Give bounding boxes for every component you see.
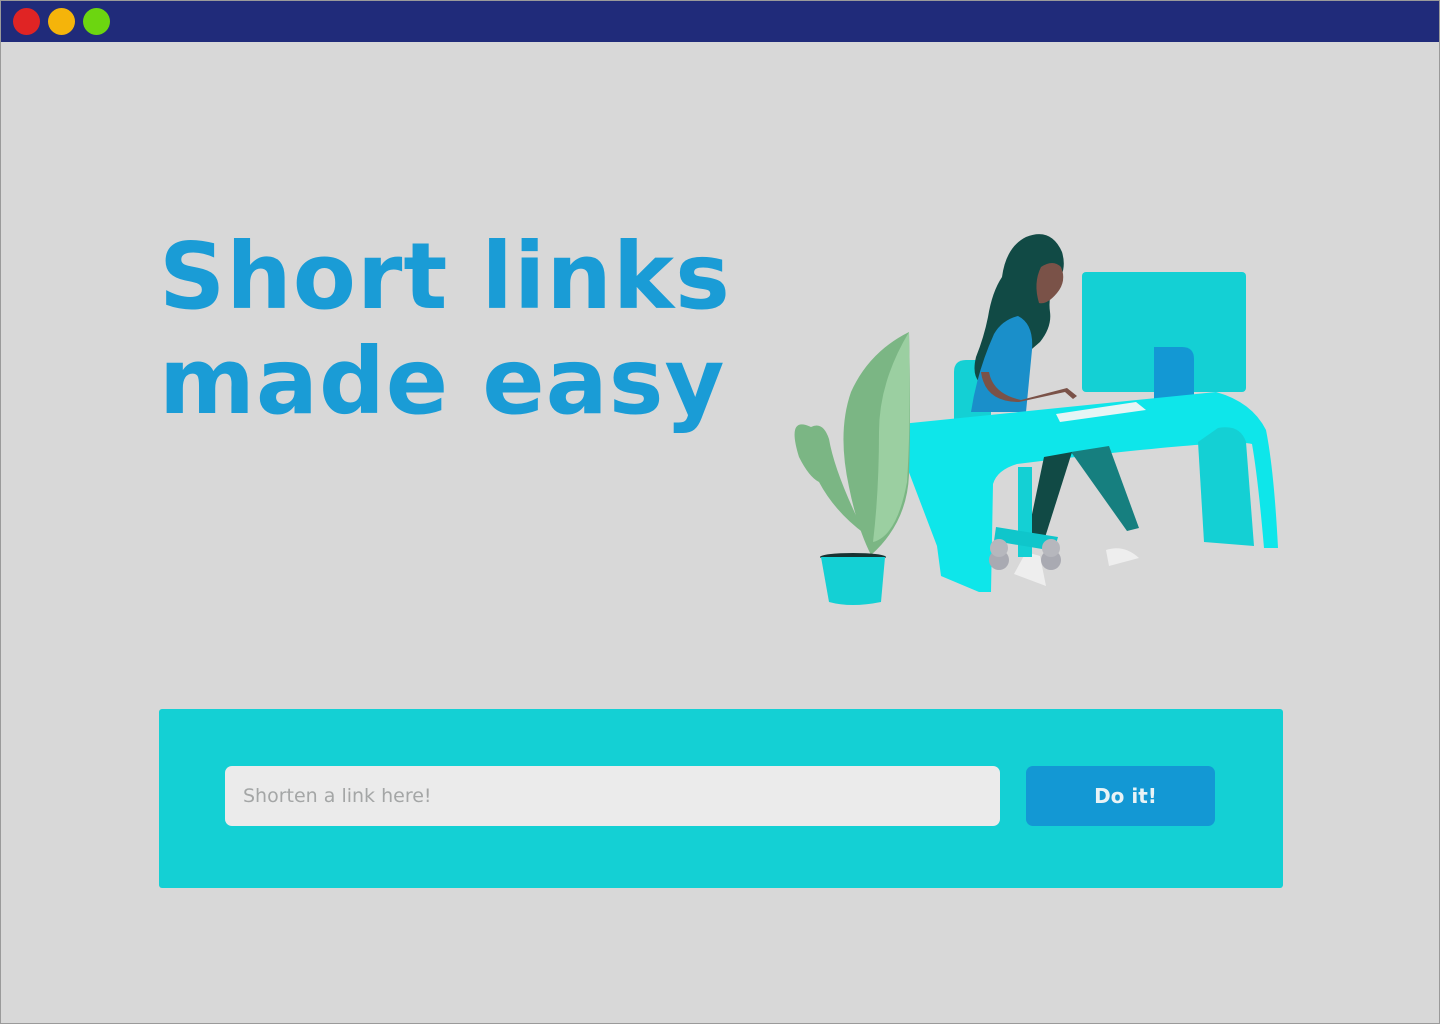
- person-shoe-back: [1106, 548, 1139, 566]
- window-titlebar: [1, 1, 1439, 42]
- chair-wheel: [990, 539, 1008, 557]
- page-content: Short links made easy Shorten a link her…: [1, 42, 1439, 1023]
- chair-wheel: [1042, 539, 1060, 557]
- shorten-link-input[interactable]: [225, 766, 1000, 826]
- link-shortener-panel: Do it!: [159, 709, 1283, 888]
- hero-headline: Short links made easy: [159, 224, 731, 434]
- do-it-button[interactable]: Do it!: [1026, 766, 1215, 826]
- person-leg-back: [1071, 446, 1139, 531]
- hero-headline-line-1: Short links: [159, 223, 731, 330]
- person-leg-front: [1026, 452, 1072, 547]
- plant-pot: [821, 557, 885, 605]
- browser-window: Short links made easy Shorten a link her…: [0, 0, 1440, 1024]
- maximize-window-button[interactable]: [83, 8, 110, 35]
- minimize-window-button[interactable]: [48, 8, 75, 35]
- close-window-button[interactable]: [13, 8, 40, 35]
- hero-illustration: [794, 234, 1278, 605]
- hero-headline-line-2: made easy: [159, 328, 726, 435]
- person-shoe-front: [1014, 552, 1046, 586]
- person-face: [1036, 263, 1064, 304]
- desk-side: [1198, 427, 1254, 546]
